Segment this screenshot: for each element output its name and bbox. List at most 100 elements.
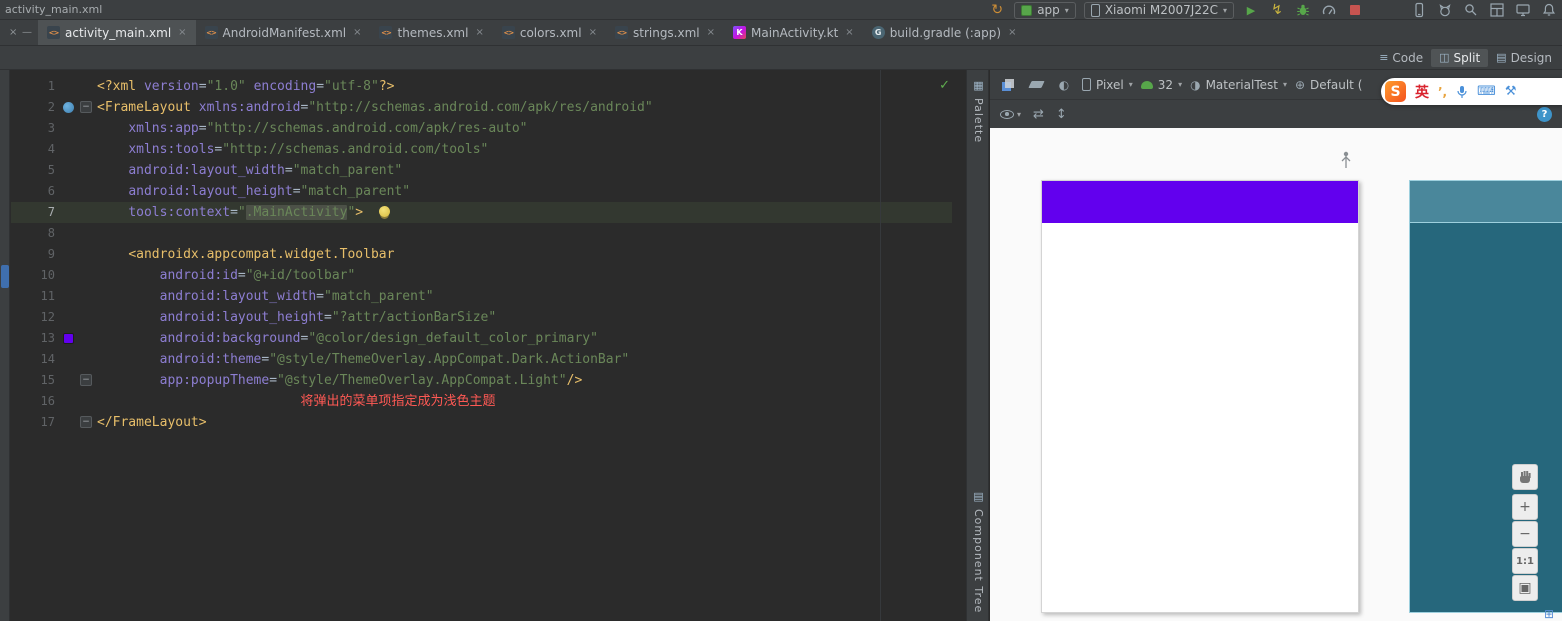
code-line-5[interactable]: android:layout_width="match_parent" bbox=[97, 160, 952, 181]
close-icon[interactable]: × bbox=[589, 27, 597, 38]
blueprint-device-preview[interactable] bbox=[1409, 180, 1562, 613]
tab-build.gradle-app-[interactable]: Gbuild.gradle (:app) × bbox=[863, 20, 1026, 45]
ime-punctuation-toggle[interactable]: ’, bbox=[1438, 85, 1447, 99]
tab-themes.xml[interactable]: <> themes.xml × bbox=[370, 20, 492, 45]
line-number: 4 bbox=[47, 142, 55, 156]
code-line-1[interactable]: <?xml version="1.0" encoding="utf-8"?> bbox=[97, 76, 952, 97]
api-selector[interactable]: 32 ▾ bbox=[1140, 78, 1182, 92]
run-button[interactable]: ▶ bbox=[1242, 1, 1260, 19]
tab-androidmanifest.xml[interactable]: <> AndroidManifest.xml × bbox=[196, 20, 371, 45]
design-canvas[interactable]: + − 1:1 ▣ ⊞ bbox=[990, 128, 1562, 621]
logcat-button[interactable] bbox=[1436, 1, 1454, 19]
close-icon[interactable]: × bbox=[178, 27, 186, 38]
mode-label: Code bbox=[1392, 50, 1424, 65]
swap-vertical-icon[interactable]: ↕ bbox=[1056, 107, 1067, 122]
fold-marker[interactable]: − bbox=[80, 374, 92, 386]
device-manager-icon bbox=[1415, 2, 1424, 18]
close-icon[interactable]: × bbox=[353, 27, 361, 38]
code-line-6[interactable]: android:layout_height="match_parent" bbox=[97, 181, 952, 202]
tab-colors.xml[interactable]: <> colors.xml × bbox=[493, 20, 606, 45]
code-line-8[interactable] bbox=[97, 223, 952, 244]
device-manager-button[interactable] bbox=[1410, 1, 1428, 19]
pan-button[interactable] bbox=[1512, 464, 1538, 490]
stop-button[interactable] bbox=[1346, 1, 1364, 19]
tab-activity-main.xml[interactable]: <> activity_main.xml × bbox=[38, 20, 196, 45]
code-line-13[interactable]: android:background="@color/design_defaul… bbox=[97, 328, 952, 349]
go-to-related-gutter-icon[interactable] bbox=[63, 102, 74, 113]
microphone-icon[interactable] bbox=[1456, 85, 1468, 99]
notifications-button[interactable] bbox=[1540, 1, 1558, 19]
device-selector[interactable]: Pixel ▾ bbox=[1082, 78, 1133, 92]
close-icon[interactable]: × bbox=[9, 27, 17, 38]
main-content: 1 2 3 4 5 6 7 8 9 10 11 12 13 14 15 16 17 <?xml version=… bbox=[0, 70, 1562, 621]
layout-inspector-button[interactable] bbox=[1488, 1, 1506, 19]
mode-split[interactable]: ◫ Split bbox=[1431, 48, 1489, 67]
code-line-2[interactable]: <FrameLayout xmlns:android="http://schem… bbox=[97, 97, 952, 118]
zoom-in-button[interactable]: + bbox=[1512, 494, 1538, 520]
fold-marker[interactable]: − bbox=[80, 416, 92, 428]
close-icon[interactable]: × bbox=[845, 27, 853, 38]
tab-strings.xml[interactable]: <> strings.xml × bbox=[606, 20, 724, 45]
sogou-logo-icon[interactable]: S bbox=[1385, 81, 1406, 102]
tool-stripe-indicator[interactable] bbox=[1, 265, 9, 288]
design-device-preview[interactable] bbox=[1041, 180, 1359, 613]
grid-icon[interactable]: ⊞ bbox=[1544, 607, 1554, 621]
theme-selector[interactable]: ◑ MaterialTest ▾ bbox=[1190, 78, 1287, 92]
code-line-12[interactable]: android:layout_height="?attr/actionBarSi… bbox=[97, 307, 952, 328]
view-options-button[interactable]: ▾ bbox=[1000, 109, 1021, 119]
sync-icon[interactable]: ↻ bbox=[988, 1, 1006, 19]
tab-mainactivity.kt[interactable]: K MainActivity.kt × bbox=[724, 20, 863, 45]
blueprint-mode-button[interactable] bbox=[1026, 75, 1046, 95]
editor-tabs: <> activity_main.xml × <> AndroidManifest.xm… bbox=[38, 20, 1025, 45]
window-title: activity_main.xml bbox=[5, 3, 103, 16]
inspection-status-icon[interactable]: ✓ bbox=[939, 78, 950, 93]
code-line-14[interactable]: android:theme="@style/ThemeOverlay.AppCo… bbox=[97, 349, 952, 370]
code-editor[interactable]: 1 2 3 4 5 6 7 8 9 10 11 12 13 14 15 16 17 <?xml version=… bbox=[11, 70, 966, 621]
zoom-reset-button[interactable]: 1:1 bbox=[1512, 548, 1538, 574]
app-inspection-button[interactable] bbox=[1462, 1, 1480, 19]
mode-code[interactable]: ≡ Code bbox=[1371, 49, 1431, 67]
mode-design[interactable]: ▤ Design bbox=[1488, 49, 1560, 67]
minimize-icon[interactable]: — bbox=[22, 27, 32, 38]
code-line-7[interactable]: tools:context=".MainActivity"> bbox=[97, 202, 952, 223]
fold-marker[interactable]: − bbox=[80, 101, 92, 113]
component-tree-tool-button[interactable]: ▤ Component Tree bbox=[968, 490, 989, 613]
code-line-16[interactable]: 将弹出的菜单项指定成为浅色主题 bbox=[97, 391, 952, 412]
component-tree-label: Component Tree bbox=[972, 508, 985, 613]
code-line-9[interactable]: <androidx.appcompat.widget.Toolbar bbox=[97, 244, 952, 265]
toolbox-icon[interactable]: ⚒ bbox=[1505, 84, 1517, 99]
profile-button[interactable] bbox=[1320, 1, 1338, 19]
close-icon[interactable]: × bbox=[1008, 27, 1016, 38]
code-line-4[interactable]: xmlns:tools="http://schemas.android.com/… bbox=[97, 139, 952, 160]
line-number: 7 bbox=[47, 205, 55, 219]
line-number: 12 bbox=[40, 310, 55, 324]
keyboard-icon[interactable]: ⌨ bbox=[1477, 84, 1496, 99]
ime-language-toggle[interactable]: 英 bbox=[1415, 82, 1429, 102]
running-devices-button[interactable] bbox=[1514, 1, 1532, 19]
editor-tab-bar: × — <> activity_main.xml × <> AndroidManifes… bbox=[0, 20, 1562, 46]
palette-tool-button[interactable]: ▦ Palette bbox=[968, 79, 989, 143]
design-surface-button[interactable] bbox=[998, 75, 1018, 95]
code-line-15[interactable]: app:popupTheme="@style/ThemeOverlay.AppC… bbox=[97, 370, 952, 391]
zoom-fit-button[interactable]: ▣ bbox=[1512, 575, 1538, 601]
design-mode-icon: ▤ bbox=[1496, 51, 1507, 64]
night-mode-button[interactable]: ◐ bbox=[1054, 75, 1074, 95]
run-config-select[interactable]: app ▾ bbox=[1014, 1, 1076, 19]
swap-horizontal-icon[interactable]: ⇄ bbox=[1033, 107, 1044, 122]
help-button[interactable]: ? bbox=[1537, 106, 1552, 122]
close-icon[interactable]: × bbox=[707, 27, 715, 38]
gauge-icon bbox=[1322, 5, 1336, 15]
code-line-11[interactable]: android:layout_width="match_parent" bbox=[97, 286, 952, 307]
apply-changes-button[interactable]: ↯ bbox=[1268, 1, 1286, 19]
debug-button[interactable] bbox=[1294, 1, 1312, 19]
intention-bulb-icon[interactable] bbox=[379, 206, 391, 217]
code-line-17[interactable]: </FrameLayout> bbox=[97, 412, 952, 433]
locale-selector[interactable]: ⊕ Default ( bbox=[1295, 78, 1362, 92]
code-line-10[interactable]: android:id="@+id/toolbar" bbox=[97, 265, 952, 286]
color-preview-gutter-icon[interactable] bbox=[63, 333, 74, 344]
file-icon-xml: <> bbox=[501, 26, 515, 39]
device-select[interactable]: Xiaomi M2007J22C ▾ bbox=[1083, 1, 1234, 19]
close-icon[interactable]: × bbox=[475, 27, 483, 38]
code-line-3[interactable]: xmlns:app="http://schemas.android.com/ap… bbox=[97, 118, 952, 139]
zoom-out-button[interactable]: − bbox=[1512, 521, 1538, 547]
